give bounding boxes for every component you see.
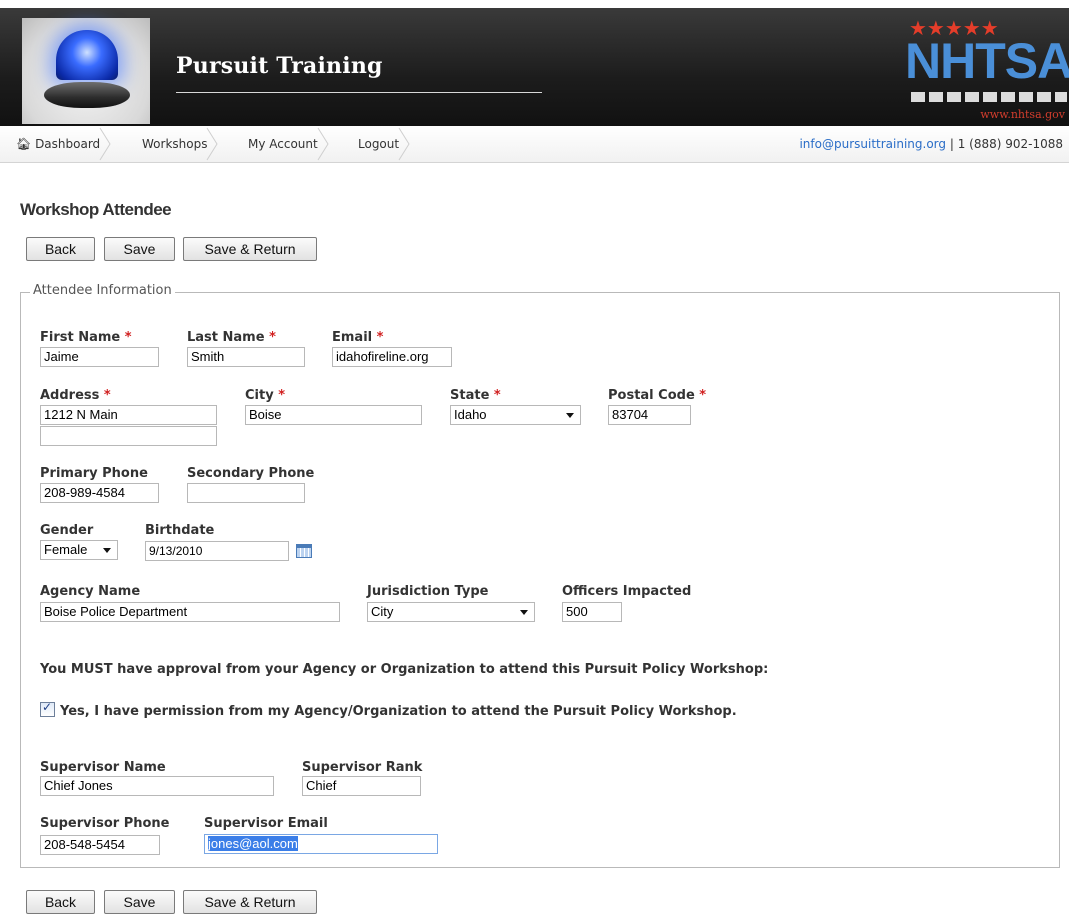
app-title: Pursuit Training (176, 53, 383, 79)
title-divider (176, 92, 542, 93)
jurisdiction-type-select[interactable]: City (367, 602, 535, 622)
gender-label: Gender (40, 523, 94, 538)
save-button[interactable]: Save (104, 237, 175, 261)
chevron-separator-icon (398, 127, 410, 161)
logo-stripes (911, 92, 1067, 102)
nav-item-my-account[interactable]: My Account (248, 126, 329, 162)
top-strip (0, 0, 1069, 8)
save-button-bottom[interactable]: Save (104, 890, 175, 914)
postal-code-label: Postal Code * (608, 388, 707, 403)
email-label: Email * (332, 330, 384, 345)
supervisor-email-label: Supervisor Email (204, 816, 328, 831)
contact-info: info@pursuittraining.org | 1 (888) 902-1… (799, 126, 1063, 162)
primary-phone-label: Primary Phone (40, 466, 148, 481)
permission-checkbox[interactable] (40, 700, 55, 717)
site-header: Pursuit Training ★★★★★ NHTSA www.nhtsa.g… (0, 8, 1069, 126)
back-button[interactable]: Back (26, 237, 95, 261)
contact-email-link[interactable]: info@pursuittraining.org (799, 137, 946, 151)
save-return-button[interactable]: Save & Return (183, 237, 317, 261)
supervisor-rank-label: Supervisor Rank (302, 760, 423, 775)
city-input[interactable]: Boise (245, 405, 422, 425)
nav-item-label: Logout (358, 137, 400, 151)
siren-logo (22, 18, 150, 124)
siren-base-icon (44, 82, 130, 108)
last-name-label: Last Name * (187, 330, 276, 345)
dropdown-arrow-icon (103, 548, 111, 553)
officers-impacted-label: Officers Impacted (562, 584, 692, 599)
supervisor-phone-label: Supervisor Phone (40, 816, 170, 831)
siren-light-icon (56, 30, 118, 80)
jurisdiction-type-label: Jurisdiction Type (367, 584, 489, 599)
dropdown-arrow-icon (566, 413, 574, 418)
primary-phone-input[interactable]: 208-989-4584 (40, 483, 159, 503)
supervisor-rank-input[interactable]: Chief (302, 776, 421, 796)
nhtsa-logo[interactable]: ★★★★★ NHTSA www.nhtsa.gov (905, 16, 1069, 124)
chevron-separator-icon (207, 127, 219, 161)
secondary-phone-label: Secondary Phone (187, 466, 315, 481)
supervisor-phone-input[interactable]: 208-548-5454 (40, 835, 160, 855)
city-label: City * (245, 388, 286, 403)
supervisor-name-label: Supervisor Name (40, 760, 166, 775)
supervisor-name-input[interactable]: Chief Jones (40, 776, 274, 796)
permission-label: Yes, I have permission from my Agency/Or… (60, 704, 737, 719)
agency-name-input[interactable]: Boise Police Department (40, 602, 340, 622)
first-name-input[interactable]: Jaime (40, 347, 159, 367)
nav-item-label: My Account (248, 137, 318, 151)
home-icon: 🏠︎ (16, 137, 32, 151)
address-label: Address * (40, 388, 111, 403)
calendar-icon[interactable] (296, 544, 312, 558)
officers-impacted-input[interactable]: 500 (562, 602, 622, 622)
postal-code-input[interactable]: 83704 (608, 405, 691, 425)
address-line2-input[interactable] (40, 426, 217, 446)
chevron-separator-icon (317, 127, 329, 161)
supervisor-email-input[interactable]: jones@aol.com (204, 834, 438, 854)
agency-name-label: Agency Name (40, 584, 141, 599)
back-button-bottom[interactable]: Back (26, 890, 95, 914)
approval-notice: You MUST have approval from your Agency … (40, 662, 769, 677)
nhtsa-wordmark: NHTSA (905, 33, 1069, 89)
state-select[interactable]: Idaho (450, 405, 581, 425)
last-name-input[interactable]: Smith (187, 347, 305, 367)
nhtsa-url: www.nhtsa.gov (980, 108, 1065, 121)
birthdate-input[interactable]: 9/13/2010 (145, 541, 289, 561)
contact-separator: | (946, 137, 958, 151)
selected-email-text: jones@aol.com (208, 836, 298, 851)
nav-item-workshops[interactable]: Workshops (142, 126, 219, 162)
nav-item-dashboard[interactable]: 🏠︎ Dashboard (16, 126, 111, 162)
state-label: State * (450, 388, 501, 403)
fieldset-legend: Attendee Information (30, 283, 175, 298)
address-line1-input[interactable]: 1212 N Main (40, 405, 217, 425)
page-title: Workshop Attendee (20, 200, 172, 219)
gender-select[interactable]: Female (40, 540, 118, 560)
chevron-separator-icon (99, 127, 111, 161)
permission-row[interactable]: Yes, I have permission from my Agency/Or… (40, 700, 737, 719)
contact-phone: 1 (888) 902-1088 (957, 137, 1063, 151)
email-input[interactable]: idahofireline.org (332, 347, 452, 367)
first-name-label: First Name * (40, 330, 132, 345)
nav-item-label: Dashboard (35, 137, 101, 151)
nav-breadcrumb-bar: 🏠︎ Dashboard Workshops My Account Logout… (0, 126, 1069, 163)
save-return-button-bottom[interactable]: Save & Return (183, 890, 317, 914)
nav-item-logout[interactable]: Logout (358, 126, 410, 162)
birthdate-label: Birthdate (145, 523, 215, 538)
secondary-phone-input[interactable] (187, 483, 305, 503)
dropdown-arrow-icon (520, 610, 528, 615)
nav-item-label: Workshops (142, 137, 208, 151)
